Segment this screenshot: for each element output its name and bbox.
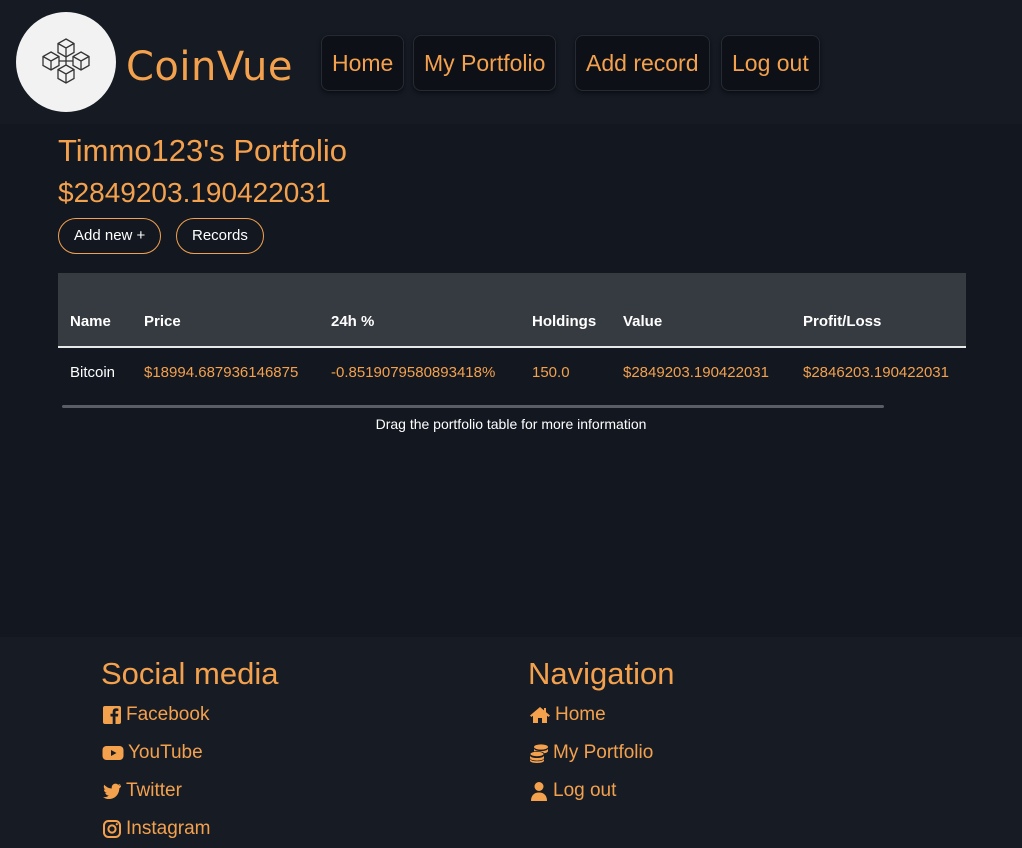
footer-link-label: Instagram (126, 818, 211, 839)
column-header-24h: 24h % (319, 273, 520, 348)
footer-link-label: Twitter (126, 780, 182, 801)
footer-link-label: YouTube (128, 742, 203, 763)
site-header: CoinVue Home My Portfolio Add record Log… (0, 0, 1022, 124)
navigation-heading: Navigation (528, 656, 675, 691)
cell-value: $2849203.190422031 (623, 364, 769, 381)
footer-link-label: Facebook (126, 704, 210, 725)
portfolio-total-value: $2849203.190422031 (58, 177, 331, 208)
footer-link-label: My Portfolio (553, 742, 654, 763)
portfolio-title: Timmo123's Portfolio (58, 133, 348, 168)
cell-price: $18994.687936146875 (144, 364, 299, 381)
footer-link-twitter[interactable]: Twitter (102, 778, 182, 804)
footer-link-log-out[interactable]: Log out (529, 778, 616, 804)
footer-link-facebook[interactable]: Facebook (102, 702, 209, 728)
column-header-profit-loss: Profit/Loss (791, 273, 966, 348)
home-icon (530, 707, 550, 723)
youtube-icon (102, 746, 124, 760)
nav-my-portfolio-button[interactable]: My Portfolio (413, 35, 557, 91)
instagram-icon (103, 820, 121, 838)
column-header-price: Price (132, 273, 319, 348)
portfolio-table-container[interactable]: Name Price 24h % Holdings Value Profit/L… (58, 273, 966, 397)
add-new-button[interactable]: Add new + (58, 218, 162, 254)
footer-link-home[interactable]: Home (529, 702, 606, 728)
twitter-icon (103, 783, 121, 800)
footer-link-label: Log out (553, 780, 617, 801)
cell-name: Bitcoin (70, 364, 116, 381)
social-media-heading: Social media (101, 656, 279, 691)
footer-link-label: Home (555, 704, 606, 725)
brand-name[interactable]: CoinVue (126, 40, 293, 94)
footer-link-instagram[interactable]: Instagram (102, 816, 210, 842)
table-header-row: Name Price 24h % Holdings Value Profit/L… (58, 273, 966, 348)
nav-home-button[interactable]: Home (321, 35, 405, 91)
coins-icon (529, 744, 548, 763)
facebook-icon (103, 706, 121, 724)
footer-link-my-portfolio[interactable]: My Portfolio (529, 740, 653, 766)
footer-link-youtube[interactable]: YouTube (102, 740, 203, 766)
records-button[interactable]: Records (176, 218, 264, 254)
portfolio-section: Timmo123's Portfolio $2849203.190422031 … (0, 124, 1022, 637)
user-icon (531, 782, 547, 801)
nav-log-out-button[interactable]: Log out (721, 35, 820, 91)
column-header-holdings: Holdings (520, 273, 611, 348)
logo[interactable] (16, 12, 116, 112)
site-footer: Social media Facebook YouTube Twitter In… (0, 637, 1022, 848)
drag-hint-text: Drag the portfolio table for more inform… (375, 416, 647, 432)
blockchain-cubes-icon (42, 38, 90, 84)
table-row[interactable]: Bitcoin $18994.687936146875 -0.851907958… (58, 347, 966, 397)
column-header-name: Name (58, 273, 132, 348)
portfolio-table: Name Price 24h % Holdings Value Profit/L… (58, 273, 966, 397)
cell-24h-change: -0.8519079580893418% (331, 364, 496, 381)
cell-holdings: 150.0 (532, 364, 570, 381)
table-horizontal-scrollbar[interactable] (62, 405, 884, 408)
nav-add-record-button[interactable]: Add record (575, 35, 710, 91)
column-header-value: Value (611, 273, 791, 348)
cell-profit-loss: $2846203.190422031 (803, 364, 949, 381)
